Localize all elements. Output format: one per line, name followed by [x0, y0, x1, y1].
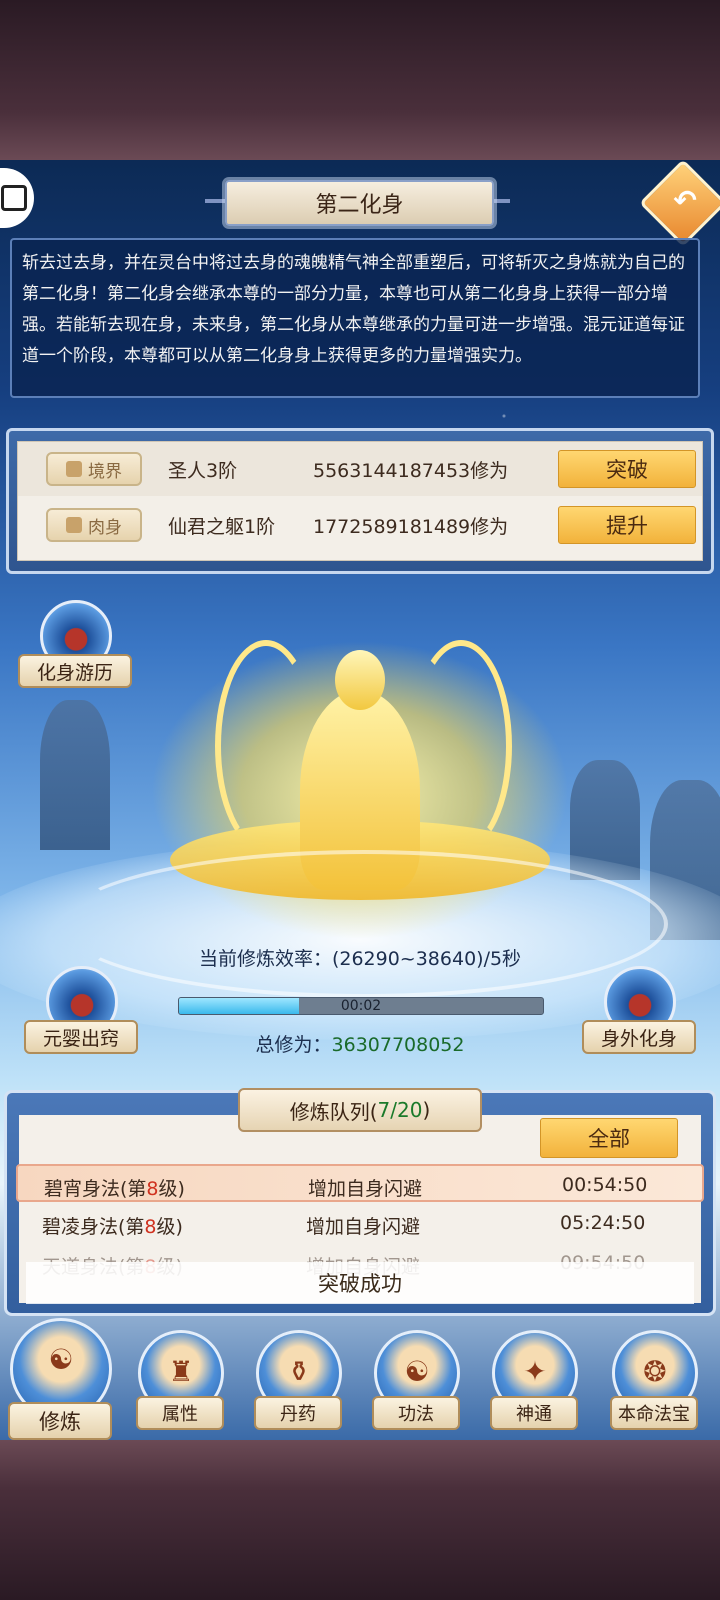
avatar-head	[335, 650, 385, 710]
realm-row: 境界 圣人3阶 5563144187453修为 突破	[18, 442, 702, 496]
nav-attributes[interactable]: ♜ 属性	[128, 1318, 228, 1438]
avatar-travel-button[interactable]: 化身游历	[18, 600, 132, 700]
queue-count: 7/20	[377, 1098, 423, 1122]
top-margin	[0, 0, 720, 160]
body-tag: 肉身	[46, 508, 142, 542]
realm-level: 圣人3阶	[168, 459, 238, 482]
back-arrow-icon: ↶	[673, 183, 697, 217]
realm-points: 5563144187453修为	[313, 459, 509, 482]
show-all-button[interactable]: 全部	[540, 1118, 678, 1158]
bottom-nav: ☯ 修炼 ♜ 属性 ⚱ 丹药 ☯ 功法 ✦ 神通 ❂ 本命法宝	[0, 1318, 720, 1440]
description-text: 斩去过去身，并在灵台中将过去身的魂魄精气神全部重塑后，可将斩灭之身炼就为自己的第…	[10, 238, 700, 398]
upgrade-button[interactable]: 提升	[558, 506, 696, 544]
bottom-margin	[0, 1440, 720, 1600]
breakthrough-success-toast: 突破成功	[26, 1262, 694, 1304]
body-points: 1772589181489修为	[313, 515, 509, 538]
cultivation-progress-bar: 00:02	[178, 997, 544, 1015]
queue-row[interactable]: 碧宵身法(第8级) 增加自身闪避 00:54:50	[16, 1164, 704, 1202]
crown-icon	[66, 461, 82, 477]
nav-skills[interactable]: ☯ 功法	[364, 1318, 464, 1438]
nav-pills[interactable]: ⚱ 丹药	[246, 1318, 346, 1438]
breakthrough-button[interactable]: 突破	[558, 450, 696, 488]
body-row: 肉身 仙君之躯1阶 1772589181489修为 提升	[18, 498, 702, 552]
realm-tag: 境界	[46, 452, 142, 486]
queue-title: 修炼队列(7/20 )	[238, 1088, 482, 1132]
page-title: 第二化身	[225, 180, 494, 226]
efficiency-text: 当前修炼效率：(26290~38640)/5秒	[198, 948, 522, 970]
nav-powers[interactable]: ✦ 神通	[482, 1318, 582, 1438]
flame-icon	[66, 517, 82, 533]
nav-cultivate[interactable]: ☯ 修炼	[8, 1318, 112, 1440]
total-cultivation-value: 36307708052	[331, 1034, 465, 1056]
progress-timer: 00:02	[340, 998, 382, 1014]
nav-treasure[interactable]: ❂ 本命法宝	[602, 1318, 702, 1438]
right-wing	[410, 640, 512, 852]
energy-swirl	[60, 850, 668, 998]
stats-panel: 境界 圣人3阶 5563144187453修为 突破 肉身 仙君之躯1阶 177…	[6, 428, 714, 574]
queue-row[interactable]: 碧凌身法(第8级) 增加自身闪避 05:24:50	[16, 1204, 704, 1242]
body-level: 仙君之躯1阶	[168, 515, 276, 538]
total-cultivation: 总修为：36307708052	[255, 1034, 465, 1056]
mountain-left	[40, 700, 110, 850]
